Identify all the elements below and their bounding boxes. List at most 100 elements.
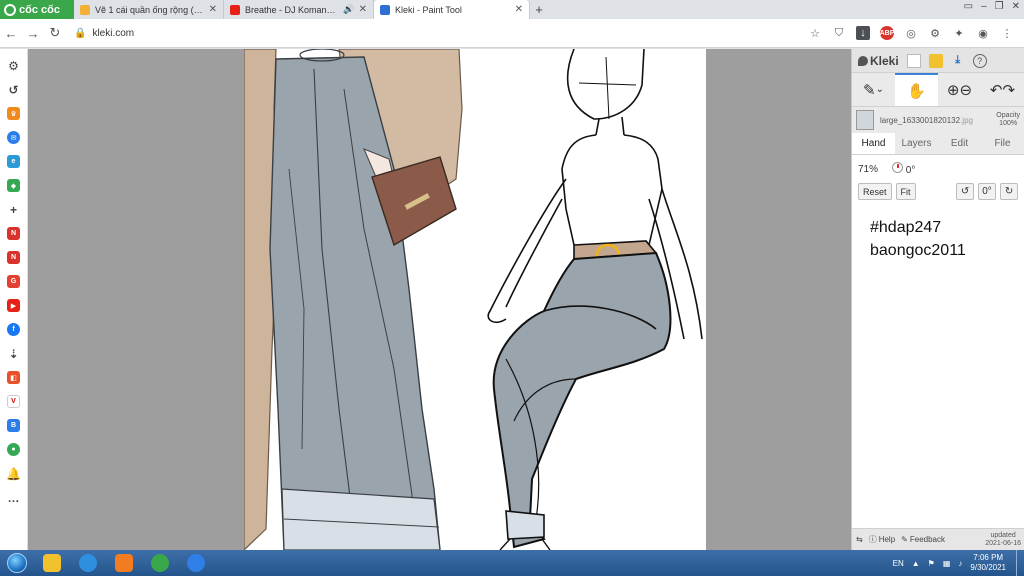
speaker-icon[interactable]: 🔊 <box>343 4 354 15</box>
download-icon[interactable]: ↓ <box>856 26 870 40</box>
tab-hand[interactable]: Hand <box>852 133 895 154</box>
map-icon[interactable]: ● <box>7 443 20 456</box>
settings-icon[interactable]: ⚙ <box>928 26 942 40</box>
kleki-tabs: Hand Layers Edit File <box>852 133 1024 155</box>
edu-icon[interactable]: e <box>7 155 20 168</box>
shop-icon[interactable]: ◧ <box>7 371 20 384</box>
bell-icon[interactable]: 🔔 <box>6 467 21 481</box>
new-file-icon[interactable] <box>906 53 921 68</box>
drawing-canvas[interactable] <box>244 49 706 550</box>
close-tab-icon[interactable]: ✕ <box>515 4 523 15</box>
puzzle-icon[interactable]: ✦ <box>952 26 966 40</box>
browser-sidebar: ⚙ ↺ ♛ ✉ e ◆ + N N G ▶ f ⇣ ◧ V B ● 🔔 … <box>0 49 28 550</box>
media-player-icon <box>115 554 133 572</box>
forward-icon[interactable]: → <box>22 26 44 41</box>
bao-icon[interactable]: B <box>7 419 20 432</box>
flag-icon[interactable]: ⚑ <box>928 559 935 568</box>
more-icon[interactable]: … <box>7 491 20 505</box>
messenger-icon[interactable]: ✉ <box>7 131 20 144</box>
fit-button[interactable]: Fit <box>895 183 916 200</box>
jeans-shape <box>492 251 672 549</box>
zoom-in-icon[interactable]: ⊕ <box>947 81 960 99</box>
brush-tool-button[interactable]: ✎ ⌄ <box>852 73 895 106</box>
kleki-favicon-icon <box>380 4 390 15</box>
close-window-icon[interactable]: ✕ <box>1012 1 1020 12</box>
kleki-logo[interactable]: Kleki <box>858 54 899 68</box>
tab-ve-quan[interactable]: Vẽ 1 cái quần ống rộng (giố ✕ <box>74 0 224 19</box>
close-tab-icon[interactable]: ✕ <box>359 4 367 15</box>
undo-icon[interactable]: ↶ <box>990 81 1003 99</box>
tab-favicon-icon <box>80 4 90 15</box>
hand-tool-button[interactable]: ✋ <box>895 73 938 106</box>
cast-icon[interactable]: ▭ <box>964 1 973 12</box>
zoom-tool-button[interactable]: ⊕ ⊖ <box>938 73 981 106</box>
open-folder-icon[interactable] <box>928 53 943 68</box>
volume-icon[interactable]: ♪ <box>958 559 962 568</box>
facebook-icon[interactable]: f <box>7 323 20 336</box>
tab-breathe[interactable]: Breathe - DJ Komang Rim 🔊 ✕ <box>224 0 374 19</box>
add-icon[interactable]: + <box>7 203 20 217</box>
rotate-left-button[interactable]: ↺ <box>956 183 974 200</box>
start-button[interactable] <box>0 550 34 576</box>
browser-tab-strip: cốc cốc Vẽ 1 cái quần ống rộng (giố ✕ Br… <box>0 0 1024 19</box>
news-alt-icon[interactable]: N <box>7 251 20 264</box>
reload-icon[interactable]: ↻ <box>44 25 66 41</box>
taskbar-ie[interactable] <box>70 550 106 576</box>
rotate-value-button[interactable]: 0° <box>978 183 996 200</box>
zoom-out-icon[interactable]: ⊖ <box>960 81 973 99</box>
game-icon[interactable]: ◆ <box>7 179 20 192</box>
star-icon[interactable]: ☆ <box>808 26 822 40</box>
taskbar-media[interactable] <box>106 550 142 576</box>
restore-icon[interactable]: ❐ <box>995 1 1004 12</box>
shield-icon[interactable]: ⛉ <box>832 26 846 40</box>
minimize-icon[interactable]: – <box>981 1 987 12</box>
swap-icon[interactable]: ⇆ <box>856 535 863 544</box>
lock-icon[interactable]: 🔒 <box>74 28 86 39</box>
tab-edit[interactable]: Edit <box>938 133 981 154</box>
vtv-icon[interactable]: V <box>7 395 20 408</box>
help-icon[interactable]: ? <box>972 53 987 68</box>
layer-thumbnail[interactable] <box>856 110 874 130</box>
extension-icon[interactable]: ◎ <box>904 26 918 40</box>
gear-icon[interactable]: ⚙ <box>7 59 20 73</box>
network-icon[interactable]: ▦ <box>943 559 951 568</box>
tray-arrow-icon[interactable]: ▲ <box>912 559 920 568</box>
zalo-icon <box>187 554 205 572</box>
gmail-icon[interactable]: G <box>7 275 20 288</box>
youtube-icon[interactable]: ▶ <box>7 299 20 312</box>
view-controls: Reset Fit ↺ 0° ↻ <box>858 183 1018 200</box>
language-indicator[interactable]: EN <box>893 559 904 568</box>
taskbar-explorer[interactable] <box>34 550 70 576</box>
browser-brand[interactable]: cốc cốc <box>0 0 74 19</box>
reset-button[interactable]: Reset <box>858 183 892 200</box>
tab-title: Breathe - DJ Komang Rim <box>245 4 341 15</box>
close-tab-icon[interactable]: ✕ <box>209 4 217 15</box>
taskbar-zalo[interactable] <box>178 550 214 576</box>
new-tab-button[interactable]: + <box>530 0 548 19</box>
account-icon[interactable]: ◉ <box>976 26 990 40</box>
save-download-icon[interactable]: ⤓ <box>951 54 965 68</box>
rotate-right-button[interactable]: ↻ <box>1000 183 1018 200</box>
tab-layers[interactable]: Layers <box>895 133 938 154</box>
tab-kleki[interactable]: Kleki - Paint Tool ✕ <box>374 0 530 19</box>
download-side-icon[interactable]: ⇣ <box>7 347 20 361</box>
clock[interactable]: 7:06 PM 9/30/2021 <box>970 553 1006 573</box>
panel-note: #hdap247 baongoc2011 <box>858 216 1018 262</box>
redo-icon[interactable]: ↷ <box>1003 81 1016 99</box>
show-desktop-button[interactable] <box>1016 550 1024 576</box>
crown-icon[interactable]: ♛ <box>7 107 20 120</box>
help-circle-icon: ⓘ <box>868 535 877 544</box>
tab-file[interactable]: File <box>981 133 1024 154</box>
help-button[interactable]: ⓘ Help <box>869 534 895 545</box>
menu-icon[interactable]: ⋮ <box>1000 26 1014 40</box>
reference-image <box>244 49 463 550</box>
url-field[interactable]: kleki.com <box>92 28 808 39</box>
news-icon[interactable]: N <box>7 227 20 240</box>
undo-redo-button[interactable]: ↶ ↷ <box>981 73 1024 106</box>
feedback-button[interactable]: ✎ Feedback <box>901 535 945 544</box>
back-icon[interactable]: ← <box>0 26 22 41</box>
history-icon[interactable]: ↺ <box>7 83 20 97</box>
canvas-workspace[interactable] <box>28 49 851 550</box>
taskbar-coccoc[interactable] <box>142 550 178 576</box>
adblock-icon[interactable]: ABP <box>880 26 894 40</box>
